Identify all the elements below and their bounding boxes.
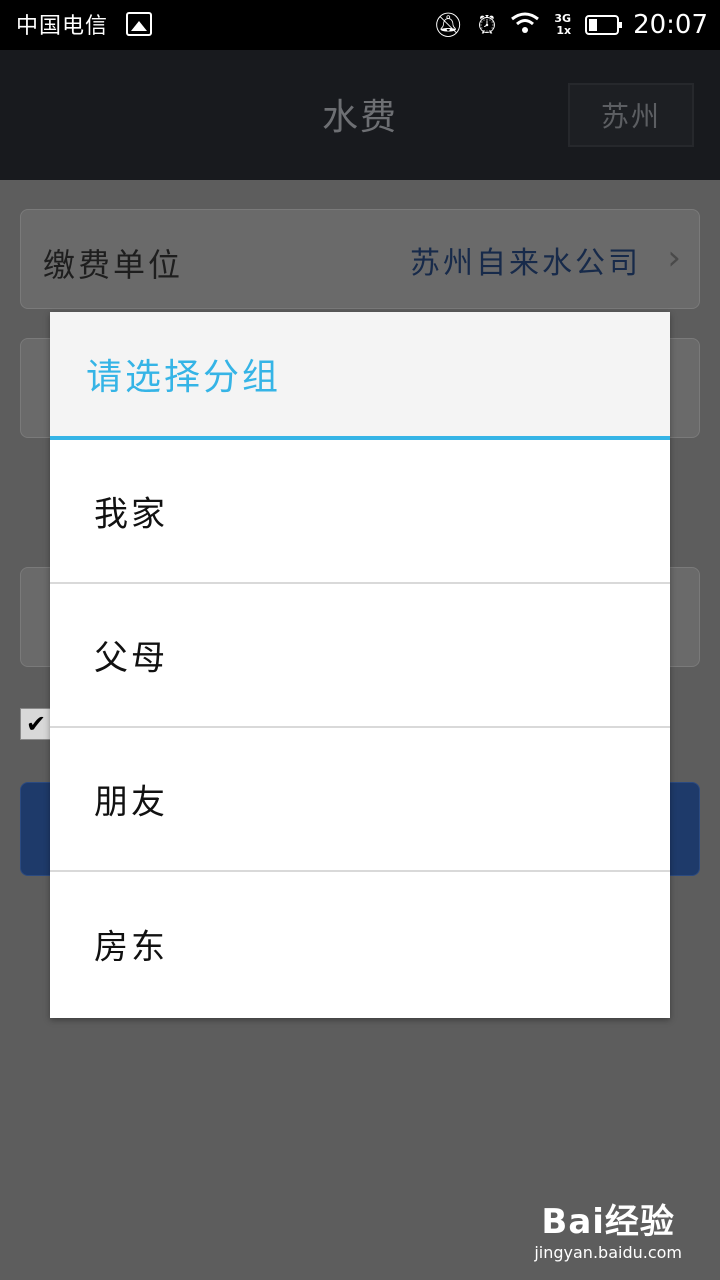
network-type-bottom: 1x xyxy=(556,24,572,37)
dialog-title: 请选择分组 xyxy=(86,357,282,398)
dialog-header: 请选择分组 xyxy=(50,312,670,440)
group-option-friends[interactable]: 朋友 xyxy=(50,728,670,872)
group-option-my-home[interactable]: 我家 xyxy=(50,440,670,584)
clock: 20:07 xyxy=(633,10,708,40)
app-bar: 水费 苏州 xyxy=(0,50,720,180)
status-bar: 中国电信 🔕︎ ⏰︎ 3G 1x 20:07 xyxy=(0,0,720,50)
watermark-brand: Bai经验 xyxy=(541,1202,675,1242)
group-option-parents[interactable]: 父母 xyxy=(50,584,670,728)
group-option-label: 父母 xyxy=(94,638,168,679)
group-select-dialog: 请选择分组 我家 父母 朋友 房东 xyxy=(50,312,670,1018)
payment-unit-row[interactable]: 缴费单位 苏州自来水公司 › xyxy=(20,209,700,309)
wifi-icon xyxy=(510,11,540,39)
picture-icon xyxy=(126,12,152,36)
agreement-checkbox[interactable]: ✔ xyxy=(20,708,52,740)
group-option-label: 房东 xyxy=(94,927,168,968)
payment-unit-value: 苏州自来水公司 xyxy=(410,246,641,281)
notifications-off-icon: 🔕︎ xyxy=(433,11,464,39)
group-option-label: 朋友 xyxy=(94,782,168,823)
status-icons: 🔕︎ ⏰︎ 3G 1x 20:07 xyxy=(433,6,708,44)
baidu-jingyan-watermark: Bai经验 jingyan.baidu.com xyxy=(534,1194,682,1262)
group-option-label: 我家 xyxy=(94,494,168,535)
payment-unit-label: 缴费单位 xyxy=(43,246,184,284)
chevron-right-icon: › xyxy=(667,238,681,278)
carrier-label: 中国电信 xyxy=(16,14,109,39)
group-option-landlord[interactable]: 房东 xyxy=(50,872,670,1016)
alarm-icon: ⏰︎ xyxy=(477,11,497,39)
city-button[interactable]: 苏州 xyxy=(568,83,694,147)
battery-icon xyxy=(585,15,623,35)
signal-icon: 3G 1x xyxy=(554,13,571,37)
watermark-url: jingyan.baidu.com xyxy=(534,1243,682,1262)
